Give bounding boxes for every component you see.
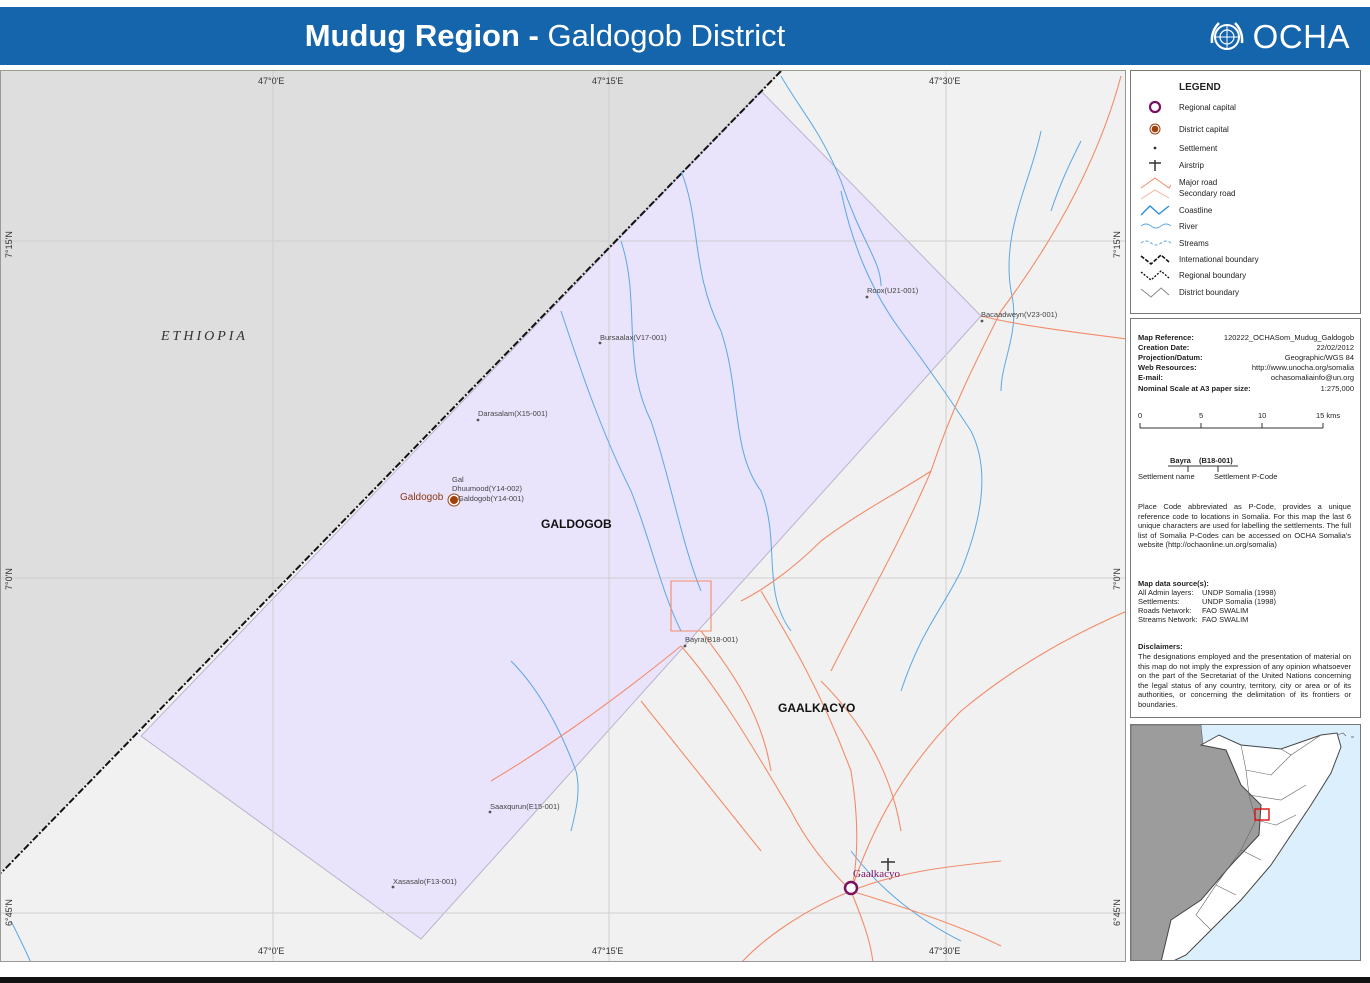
regional-boundary-icon [1140,270,1170,281]
pcode-example-code: (B18-001) [1199,456,1233,465]
district-label-gaalkacyo: GAALKACYO [778,701,856,715]
scale-bar-line [1139,423,1324,429]
tick-right-3: 6°45'N [1112,899,1122,926]
sources-title: Map data source(s): [1138,579,1209,588]
header-bar: Mudug Region - Galdogob District OCHA [0,7,1370,65]
inset-map-canvas [1131,725,1354,960]
pcode-example: Bayra (B18-001) Settlement name Settleme… [1138,456,1354,482]
tick-left-2: 7°0'N [4,568,14,590]
district-boundary-icon [1140,287,1170,298]
settlement-label[interactable]: Bacaadweyn(V23-001) [981,310,1057,319]
country-label-ethiopia: ETHIOPIA [161,329,248,344]
ocha-logo: OCHA [1207,17,1350,57]
disclaimer-title: Disclaimers: [1138,642,1183,651]
district-label-galdogob: GALDOGOB [541,517,612,531]
river-icon [1140,223,1171,229]
legend-item-district-capital: District capital [1139,122,1229,136]
settlement-label[interactable]: Galdogob(Y14-001) [458,494,524,503]
map-info-panel: Map Reference: 120222_OCHASom_Mudug_Galdo… [1130,318,1361,718]
projection-value: Geographic/WGS 84 [1284,353,1354,362]
inset-locator-map [1130,724,1361,961]
bottom-border [0,977,1370,983]
legend-item-international-boundary: International boundary [1139,252,1259,266]
settlement-label[interactable]: Roox(U21-001) [867,286,918,295]
pcode-description: Place Code abbreviated as P-Code, provid… [1138,502,1351,549]
gaalkacyo-capital-symbol[interactable] [843,880,859,896]
legend-item-district-boundary: District boundary [1139,285,1239,299]
settlement-label[interactable]: Bayra(B18-001) [685,635,738,644]
legend-item-river: River [1139,219,1198,233]
settlement-icon [1153,146,1157,150]
web-link[interactable]: http://www.unocha.org/somalia [1252,363,1354,372]
airstrip-icon [1149,160,1161,171]
email-link[interactable]: ochasomaliainfo@un.org [1271,373,1354,382]
pcode-example-name: Bayra [1170,456,1191,465]
tick-top-3: 47°30'E [929,76,961,86]
un-emblem-icon [1210,22,1244,50]
settlement-label[interactable]: Saaxqurun(E15-001) [490,802,560,811]
email-label: E-mail: [1138,373,1164,382]
tick-right-1: 7°15'N [1112,231,1122,258]
regional-capital-label[interactable]: Gaalkacyo [853,868,900,880]
legend-item-regional-capital: Regional capital [1139,100,1236,114]
tick-right-2: 7°0'N [1112,568,1122,590]
tick-top-2: 47°15'E [592,76,624,86]
title-region: Mudug Region [304,18,520,53]
creation-date-label: Creation Date: [1138,343,1190,352]
title-district: Galdogob District [547,18,786,53]
ocha-wordmark: OCHA [1252,18,1350,55]
district-capital-icon [1149,123,1161,135]
settlement-label[interactable]: Bursaalax(V17-001) [600,333,667,342]
scale-value: 1:275,000 [1320,384,1354,393]
tick-left-3: 6°45'N [4,899,14,926]
legend-item-coastline: Coastline [1139,203,1212,217]
map-frame[interactable]: 47°0'E 47°15'E 47°30'E 47°0'E 47°15'E 47… [0,70,1126,962]
creation-date-value: 22/02/2012 [1316,343,1354,352]
secondary-road-icon [1140,189,1170,200]
projection-label: Projection/Datum: [1138,353,1203,362]
tick-bottom-2: 47°15'E [592,946,624,956]
web-label: Web Resources: [1138,363,1197,372]
legend-item-streams: Streams [1139,236,1209,250]
pcode-name-caption: Settlement name [1138,472,1195,481]
settlement-label[interactable]: Darasalam(X15-001) [478,409,548,418]
tick-bottom-3: 47°30'E [929,946,961,956]
international-boundary-icon [1140,253,1170,266]
regional-capital-icon [1148,100,1162,114]
settlement-label[interactable]: Gal [452,475,464,484]
scale-label: Nominal Scale at A3 paper size: [1138,384,1251,393]
scale-bar: 0 5 10 15 kms [1138,411,1340,433]
settlement-label[interactable]: Dhuumood(Y14-002) [452,484,522,493]
legend-title: LEGEND [1179,82,1221,93]
streams-icon [1140,240,1171,246]
map-reference-value: 120222_OCHASom_Mudug_Galdogob [1223,333,1354,342]
title-separator: - [519,18,548,53]
tick-bottom-1: 47°0'E [258,946,285,956]
coastline-icon [1140,205,1170,216]
map-reference-label: Map Reference: [1138,333,1194,342]
sources-list: All Admin layers: UNDP Somalia (1998) Set… [1138,588,1277,624]
legend-panel: LEGEND Regional capital District capital… [1130,70,1361,314]
legend-item-secondary-road: Secondary road [1139,186,1235,200]
district-capital-label[interactable]: Galdogob [400,492,443,503]
map-title: Mudug Region - Galdogob District [0,7,1090,65]
legend-item-settlement: Settlement [1139,141,1217,155]
tick-left-1: 7°15'N [4,231,14,258]
legend-item-regional-boundary: Regional boundary [1139,268,1246,282]
tick-top-1: 47°0'E [258,76,285,86]
settlement-label[interactable]: Xasasalo(F13-001) [393,877,457,886]
pcode-code-caption: Settlement P-Code [1214,472,1278,481]
disclaimer-text: The designations employed and the presen… [1138,652,1351,709]
legend-item-airstrip: Airstrip [1139,158,1204,172]
